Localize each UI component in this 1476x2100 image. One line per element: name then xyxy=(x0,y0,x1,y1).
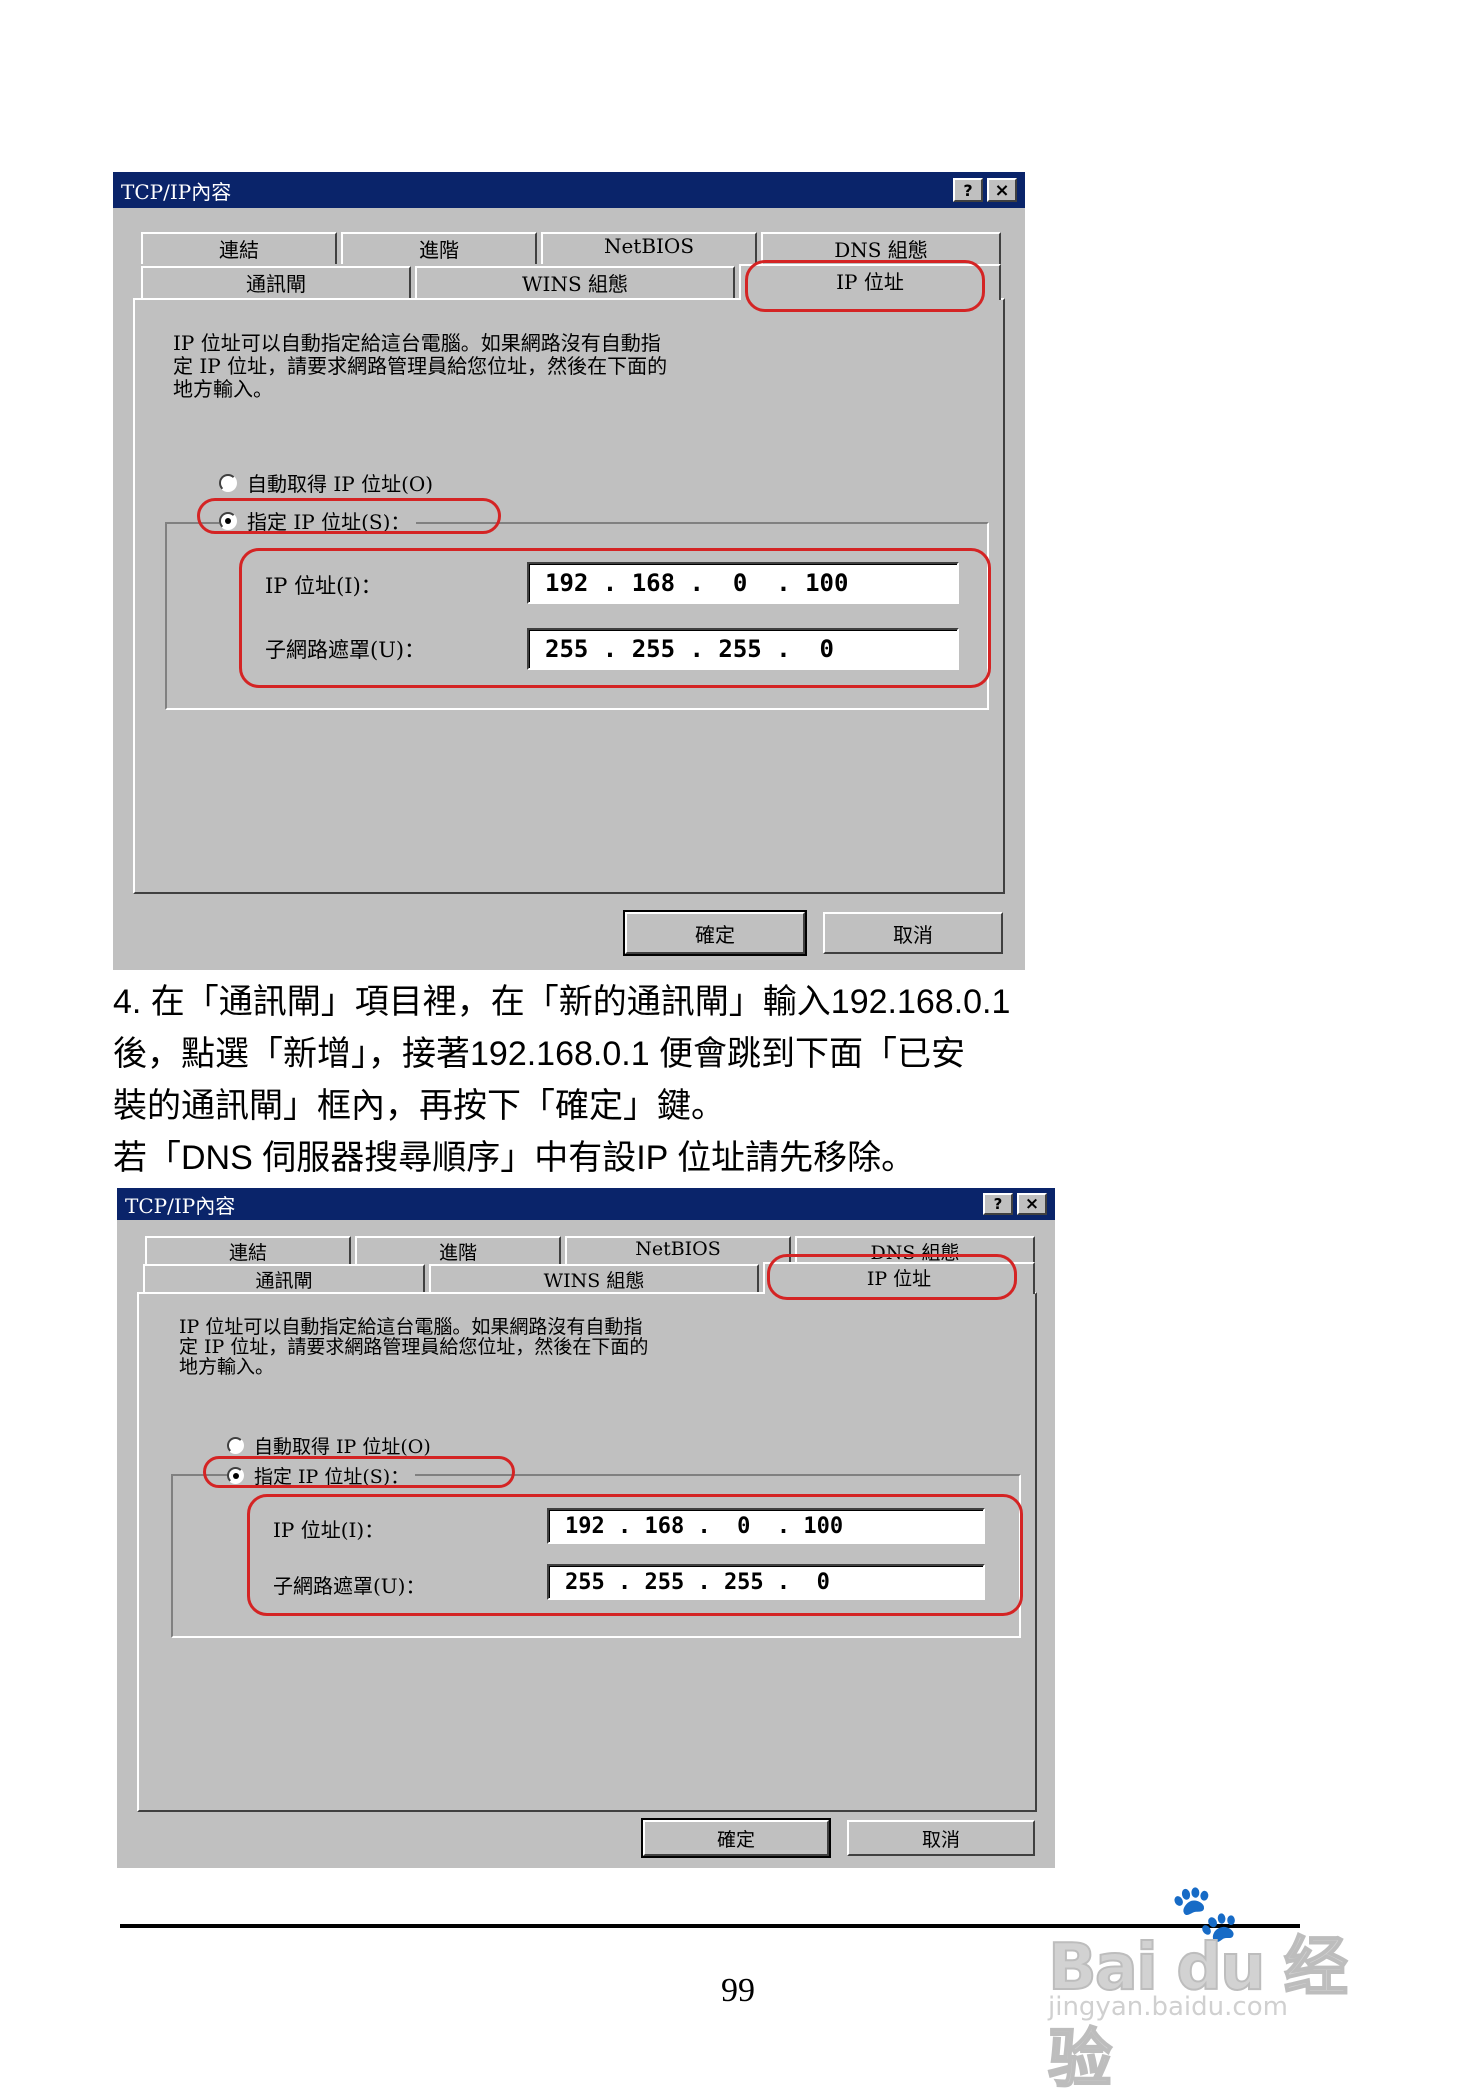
highlight-ip-fields xyxy=(239,548,991,688)
dialog-titlebar: TCP/IP內容 ? × xyxy=(117,1188,1055,1220)
cancel-button[interactable]: 取消 xyxy=(847,1820,1035,1856)
dialog-title: TCP/IP內容 xyxy=(121,179,232,204)
close-icon[interactable]: × xyxy=(1017,1193,1047,1215)
baidu-jingyan-watermark: 🐾 Bai du 经验 jingyan.baidu.com xyxy=(1040,1880,1400,2098)
ip-description: IP 位址可以自動指定給這台電腦。如果網路沒有自動指 定 IP 位址，請要求網路… xyxy=(173,331,668,401)
radio-auto-ip[interactable]: 自動取得 IP 位址(O) xyxy=(227,1432,431,1459)
dialog-screenshot-2: TCP/IP內容 ? × 連結 進階 NetBIOS DNS 組態 通訊閘 WI… xyxy=(117,1188,1055,1868)
highlight-ip-fields xyxy=(247,1494,1023,1616)
instruction-line-4: 若「DNS 伺服器搜尋順序」中有設IP 位址請先移除。 xyxy=(113,1139,916,1177)
highlight-ip-tab xyxy=(745,260,985,312)
dialog-screenshot-1: TCP/IP內容 ? × 連結 進階 NetBIOS DNS 組態 通訊閘 WI… xyxy=(113,172,1025,970)
tab-netbios[interactable]: NetBIOS xyxy=(565,1236,791,1264)
instruction-line-3: 裝的通訊閘」框內，再按下「確定」鍵。 xyxy=(113,1087,725,1125)
instruction-line-2: 後，點選「新增」，接著192.168.0.1 便會跳到下面「已安 xyxy=(113,1035,966,1073)
help-button[interactable]: ? xyxy=(953,178,983,202)
highlight-ip-tab xyxy=(767,1254,1017,1300)
dialog-title: TCP/IP內容 xyxy=(125,1193,236,1218)
close-icon[interactable]: × xyxy=(987,178,1017,202)
ok-button[interactable]: 確定 xyxy=(623,910,807,956)
radio-auto-label: 自動取得 IP 位址(O) xyxy=(247,472,434,496)
tab-connection[interactable]: 連結 xyxy=(141,232,337,264)
help-button[interactable]: ? xyxy=(983,1193,1013,1215)
cancel-button[interactable]: 取消 xyxy=(823,912,1003,954)
highlight-manual-radio xyxy=(197,498,501,534)
tab-netbios[interactable]: NetBIOS xyxy=(541,232,757,264)
ok-button[interactable]: 確定 xyxy=(641,1818,831,1858)
tab-wins-config[interactable]: WINS 組態 xyxy=(429,1264,759,1292)
instruction-line-1: 4. 在「通訊閘」項目裡，在「新的通訊閘」輸入192.168.0.1 xyxy=(113,983,1011,1021)
tab-gateway[interactable]: 通訊閘 xyxy=(143,1264,425,1292)
radio-icon xyxy=(227,1437,244,1454)
radio-icon xyxy=(219,473,237,492)
tab-advanced[interactable]: 進階 xyxy=(341,232,537,264)
highlight-manual-radio xyxy=(203,1456,515,1488)
watermark-url: jingyan.baidu.com xyxy=(1048,1992,1288,2022)
tab-advanced[interactable]: 進階 xyxy=(355,1236,561,1264)
ip-description: IP 位址可以自動指定給這台電腦。如果網路沒有自動指 定 IP 位址，請要求網路… xyxy=(179,1316,649,1378)
dialog-titlebar: TCP/IP內容 ? × xyxy=(113,172,1025,208)
tab-connection[interactable]: 連結 xyxy=(145,1236,351,1264)
tab-gateway[interactable]: 通訊閘 xyxy=(141,266,411,298)
radio-auto-ip[interactable]: 自動取得 IP 位址(O) xyxy=(219,468,433,497)
tab-wins-config[interactable]: WINS 組態 xyxy=(415,266,735,298)
radio-auto-label: 自動取得 IP 位址(O) xyxy=(254,1436,431,1458)
